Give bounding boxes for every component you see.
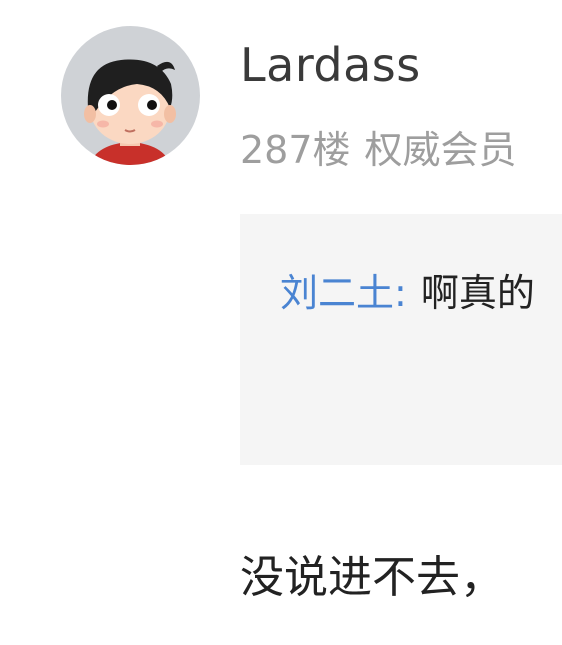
floor-number: 287楼 [240, 128, 351, 172]
member-role-badge: 权威会员 [364, 128, 517, 172]
post-meta: 287楼 权威会员 [240, 119, 517, 174]
quote-line: 刘二土: 啊真的 [280, 262, 535, 317]
post-body-text: 没说进不去， [240, 552, 504, 603]
quoted-reply[interactable]: 刘二土: 啊真的 [240, 214, 562, 465]
user-avatar[interactable] [61, 26, 200, 165]
username[interactable]: Lardass [240, 38, 421, 92]
quote-text: 啊真的 [420, 271, 535, 315]
avatar-boy-icon [84, 59, 176, 165]
quote-author-link[interactable]: 刘二土: [280, 271, 407, 315]
